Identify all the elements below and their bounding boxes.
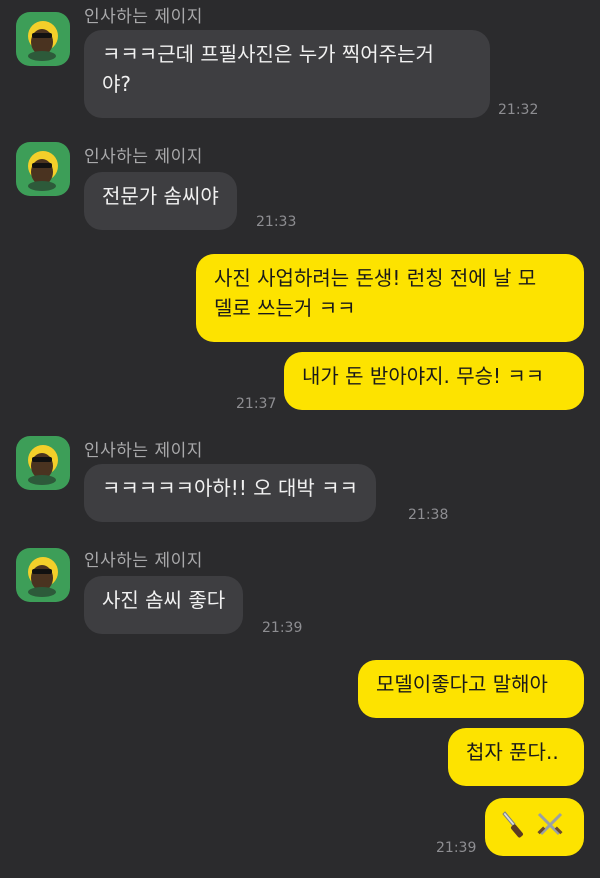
message-text: 모델이좋다고 말해아	[376, 672, 548, 696]
message-bubble-outgoing[interactable]: 사진 사업하려는 돈생! 런칭 전에 날 모 델로 쓰는거 ㅋㅋ	[196, 254, 584, 342]
message-text: ㅋㅋㅋ근데 프필사진은 누가 찍어주는거	[102, 42, 434, 66]
message-bubble-outgoing[interactable]: 내가 돈 받아야지. 무승! ㅋㅋ	[284, 352, 584, 410]
message-timestamp: 21:38	[408, 507, 449, 523]
message-bubble-incoming[interactable]: 사진 솜씨 좋다	[84, 576, 244, 634]
character-avatar-icon	[28, 445, 58, 485]
profile-avatar[interactable]	[16, 12, 70, 66]
message-timestamp: 21:39	[436, 840, 477, 856]
message-text: 델로 쓰는거 ㅋㅋ	[214, 296, 356, 320]
message-bubble-outgoing[interactable]: 첩자 푼다..	[448, 728, 584, 786]
knife-icon	[502, 811, 523, 838]
profile-avatar[interactable]	[16, 142, 70, 196]
message-text: 사진 사업하려는 돈생! 런칭 전에 날 모	[214, 266, 537, 290]
message-text: 내가 돈 받아야지. 무승! ㅋㅋ	[302, 364, 545, 388]
message-timestamp: 21:39	[262, 620, 303, 636]
character-avatar-icon	[28, 151, 58, 191]
message-text: ㅋㅋㅋㅋㅋ아하!! 오 대박 ㅋㅋ	[102, 476, 358, 500]
message-bubble-incoming[interactable]: ㅋㅋㅋㅋㅋ아하!! 오 대박 ㅋㅋ	[84, 464, 376, 522]
message-text: 사진 솜씨 좋다	[102, 588, 226, 612]
sender-name: 인사하는 제이지	[84, 441, 203, 461]
message-bubble-outgoing[interactable]	[485, 798, 584, 856]
message-bubble-incoming[interactable]: ㅋㅋㅋ근데 프필사진은 누가 찍어주는거 야?	[84, 30, 490, 118]
sender-name: 인사하는 제이지	[84, 147, 203, 167]
message-bubble-incoming[interactable]: 전문가 솜씨야	[84, 172, 237, 230]
message-timestamp: 21:33	[256, 214, 297, 230]
sender-name: 인사하는 제이지	[84, 7, 203, 27]
message-text: 야?	[102, 72, 132, 96]
message-timestamp: 21:32	[498, 102, 539, 118]
crossed-swords-icon	[537, 812, 563, 836]
sender-name: 인사하는 제이지	[84, 551, 203, 571]
emoji-message	[501, 808, 565, 842]
message-timestamp: 21:37	[236, 396, 277, 412]
message-text: 전문가 솜씨야	[102, 184, 219, 208]
profile-avatar[interactable]	[16, 548, 70, 602]
character-avatar-icon	[28, 557, 58, 597]
message-text: 첩자 푼다..	[466, 740, 559, 764]
profile-avatar[interactable]	[16, 436, 70, 490]
character-avatar-icon	[28, 21, 58, 61]
chat-view[interactable]: 인사하는 제이지 ㅋㅋㅋ근데 프필사진은 누가 찍어주는거 야? 21:32 인…	[0, 0, 600, 878]
message-bubble-outgoing[interactable]: 모델이좋다고 말해아	[358, 660, 584, 718]
